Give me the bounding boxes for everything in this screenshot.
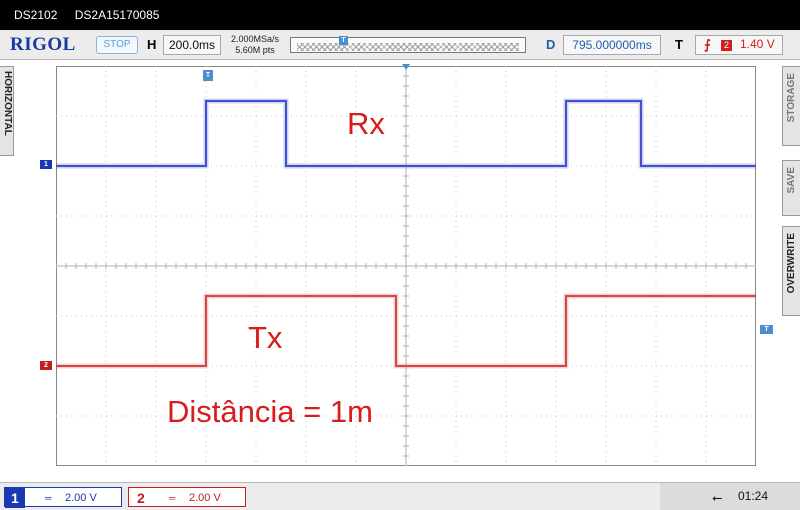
horizontal-label: H: [147, 37, 157, 52]
ch1-settings[interactable]: 1 ═ 2.00 V: [4, 487, 122, 508]
run-stop-button[interactable]: STOP: [96, 36, 138, 54]
storage-tab[interactable]: STORAGE: [782, 66, 800, 146]
overwrite-tab-label: OVERWRITE: [786, 233, 797, 294]
trigger-settings[interactable]: ⨍ 2 1.40 V: [695, 35, 783, 55]
trigger-t-icon: T: [339, 36, 348, 45]
ch2-offset-marker[interactable]: 2: [40, 361, 52, 370]
rx-annotation: Rx: [347, 106, 385, 141]
sample-rate: 2.000MSa/s: [230, 34, 280, 44]
ch2-scale: 2.00 V: [189, 492, 221, 504]
clock: 01:24: [738, 489, 769, 503]
serial-number: DS2A15170085: [74, 8, 160, 22]
horizontal-tab[interactable]: HORIZONTAL: [0, 66, 14, 156]
distance-annotation: Distância = 1m: [167, 394, 373, 429]
ch1-number: 1: [5, 488, 25, 508]
save-tab[interactable]: SAVE: [782, 160, 800, 216]
tx-annotation: Tx: [248, 320, 283, 355]
memory-waveform: [297, 43, 519, 51]
ch1-offset-marker[interactable]: 1: [40, 160, 52, 169]
trigger-position-icon[interactable]: T: [203, 70, 213, 81]
save-tab-label: SAVE: [786, 167, 797, 194]
channel-footer: 1 ═ 2.00 V 2 ═ 2.00 V ⭠ 01:24: [0, 482, 800, 510]
ch2-number: 2: [137, 490, 145, 506]
delay-label: D: [546, 37, 556, 52]
horizontal-tab-label: HORIZONTAL: [2, 71, 13, 136]
center-marker-icon: [402, 64, 410, 70]
memory-overview-strip[interactable]: T: [290, 36, 526, 53]
trigger-label: T: [675, 37, 683, 52]
ch1-coupling-icon: ═: [45, 493, 52, 503]
delay-value[interactable]: 795.000000ms: [563, 35, 661, 55]
storage-tab-label: STORAGE: [786, 73, 797, 123]
ch1-scale: 2.00 V: [65, 492, 97, 504]
waveform-plot: [56, 66, 756, 466]
memory-depth: 5.60M pts: [235, 45, 275, 55]
usb-icon: ⭠: [712, 490, 723, 505]
sample-info: 2.000MSa/s 5.60M pts: [226, 34, 284, 56]
trigger-source: 2: [721, 40, 732, 51]
overwrite-tab[interactable]: OVERWRITE: [782, 226, 800, 316]
ch2-coupling-icon: ═: [169, 493, 176, 503]
status-header: RIGOL STOP H 200.0ms 2.000MSa/s 5.60M pt…: [0, 30, 800, 60]
ch2-settings[interactable]: 2 ═ 2.00 V: [128, 487, 246, 507]
system-status: ⭠ 01:24: [660, 483, 800, 510]
timebase-value[interactable]: 200.0ms: [163, 35, 221, 55]
trigger-level: 1.40 V: [740, 37, 775, 51]
rising-edge-icon: ⨍: [704, 37, 711, 52]
rigol-logo: RIGOL: [10, 34, 76, 55]
title-bar: DS2102 DS2A15170085: [0, 0, 800, 30]
trigger-level-marker[interactable]: T: [760, 325, 773, 334]
model-name: DS2102: [14, 8, 58, 22]
